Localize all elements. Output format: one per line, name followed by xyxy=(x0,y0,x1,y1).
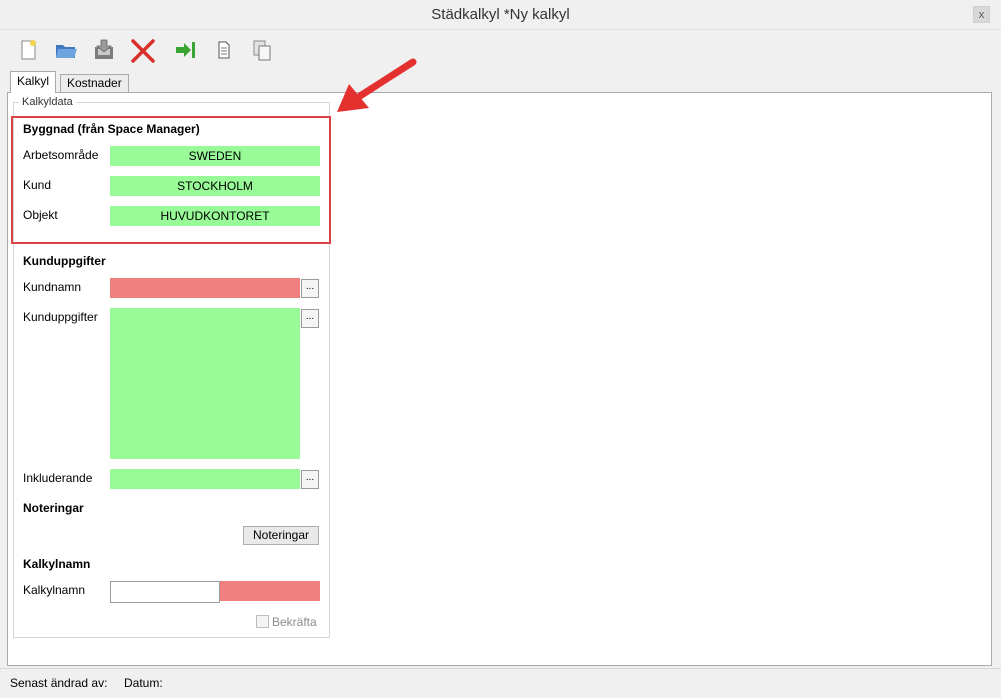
date-label: Datum: xyxy=(124,676,163,690)
arrow-annotation-icon xyxy=(337,58,417,112)
changed-by-label: Senast ändrad av: xyxy=(10,676,108,690)
status-bar: Senast ändrad av: Datum: xyxy=(0,668,1001,698)
tab-kalkyl[interactable]: Kalkyl xyxy=(10,71,57,93)
